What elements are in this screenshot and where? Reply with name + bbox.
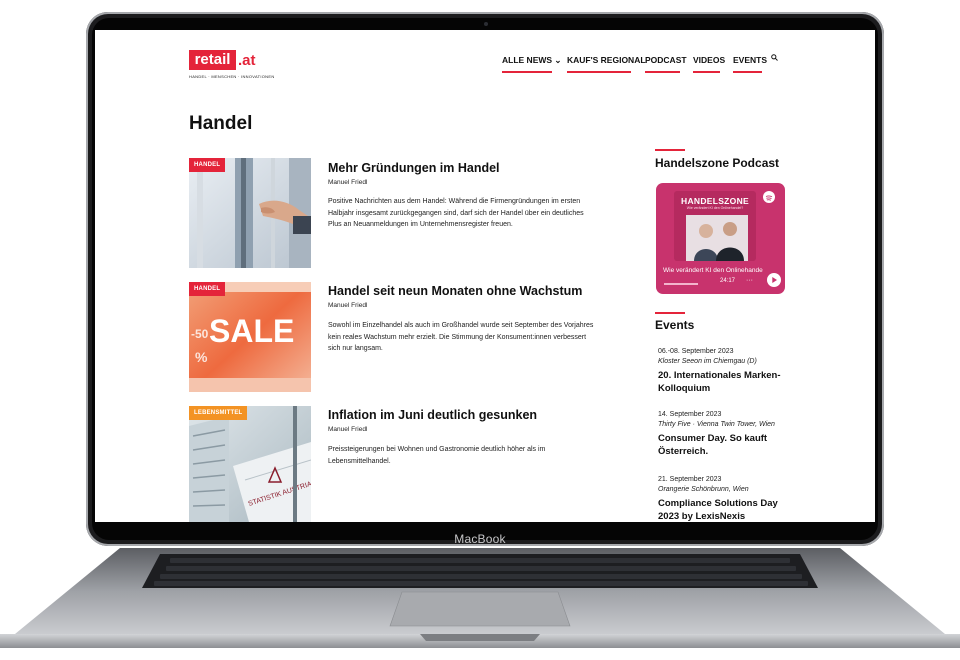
sale-text: SALE — [209, 313, 294, 349]
article-2-image[interactable]: SALE -50 % — [189, 282, 311, 392]
article-3-title[interactable]: Inflation im Juni deutlich gesunken — [328, 408, 537, 422]
nav-item-podcast[interactable]: PODCAST — [645, 55, 687, 65]
podcast-cover-subtitle: Wie verändert KI den Onlinehandel? — [686, 206, 744, 210]
event-location: Thirty Five · Vienna Twin Tower, Wien — [658, 421, 775, 428]
play-icon — [772, 277, 777, 283]
nav-underline — [502, 71, 552, 73]
article-1-teaser: Positive Nachrichten aus dem Handel: Wäh… — [328, 198, 584, 228]
event-title[interactable]: Compliance Solutions Day 2023 by LexisNe… — [658, 498, 788, 522]
event-title[interactable]: 20. Internationales Marken-Kolloquium — [658, 370, 788, 395]
play-button[interactable] — [767, 273, 781, 287]
category-badge[interactable]: LEBENSMITTEL — [189, 406, 248, 420]
section-accent-bar — [655, 312, 685, 314]
more-options-icon[interactable]: ··· — [746, 277, 753, 284]
article-3-teaser: Preissteigerungen bei Wohnen und Gastron… — [328, 446, 546, 465]
article-1-title[interactable]: Mehr Gründungen im Handel — [328, 161, 500, 175]
episode-duration: 24:17 — [720, 278, 736, 284]
nav-item-videos[interactable]: VIDEOS — [693, 55, 725, 65]
laptop-base — [0, 548, 960, 648]
device-brand-label: MacBook — [454, 532, 506, 546]
podcast-hosts-image — [686, 215, 748, 261]
nav-underline — [733, 71, 762, 73]
event-date: 21. September 2023 — [658, 476, 722, 483]
sale-percent-text: -50 — [191, 327, 209, 341]
spotify-icon[interactable] — [763, 191, 775, 203]
article-3-author: Manuel Friedl — [328, 426, 368, 433]
camera-icon — [484, 22, 488, 26]
article-2-title[interactable]: Handel seit neun Monaten ohne Wachstum — [328, 284, 582, 298]
article-1-author: Manuel Friedl — [328, 179, 368, 186]
site-logo[interactable]: retail — [189, 50, 236, 70]
site-logo-tld[interactable]: .at — [238, 51, 256, 71]
nav-underline — [693, 71, 720, 73]
section-accent-bar — [655, 149, 685, 151]
nav-item-events[interactable]: EVENTS — [733, 55, 767, 65]
percent-sign-text: % — [195, 349, 208, 365]
events-heading: Events — [655, 318, 695, 332]
episode-title: Wie verändert KI den Onlinehandel? — [663, 267, 763, 274]
event-date: 06.-08. September 2023 — [658, 348, 734, 355]
event-location: Kloster Seeon im Chiemgau (D) — [658, 358, 757, 365]
nav-item-alle-news[interactable]: ALLE NEWS ⌄ — [502, 55, 562, 66]
site-logo-tagline: HANDEL · MENSCHEN · INNOVATIONEN — [189, 74, 275, 79]
page-title: Handel — [189, 113, 253, 134]
podcast-cover-title: HANDELSZONE — [681, 196, 749, 206]
nav-underline — [645, 71, 680, 73]
event-date: 14. September 2023 — [658, 411, 722, 418]
progress-track[interactable] — [664, 283, 698, 285]
podcast-heading: Handelszone Podcast — [655, 156, 780, 170]
nav-underline — [567, 71, 631, 73]
event-title[interactable]: Consumer Day. So kauft Österreich. — [658, 433, 788, 458]
article-2-teaser: Sowohl im Einzelhandel als auch im Großh… — [328, 322, 594, 352]
podcast-player[interactable]: HANDELSZONE Wie verändert KI den Onlineh… — [656, 183, 785, 294]
browser-screen: retail .at HANDEL · MENSCHEN · INNOVATIO… — [95, 30, 875, 522]
search-icon[interactable] — [771, 54, 778, 61]
event-location: Orangerie Schönbrunn, Wien — [658, 486, 749, 493]
article-2-author: Manuel Friedl — [328, 302, 368, 309]
nav-item-kaufs-regional[interactable]: KAUF'S REGIONAL — [567, 55, 646, 65]
category-badge[interactable]: HANDEL — [189, 158, 226, 172]
article-3-image[interactable]: STATISTIK AUSTRIA — [189, 406, 311, 522]
article-1-image[interactable] — [189, 158, 311, 268]
category-badge[interactable]: HANDEL — [189, 282, 226, 296]
